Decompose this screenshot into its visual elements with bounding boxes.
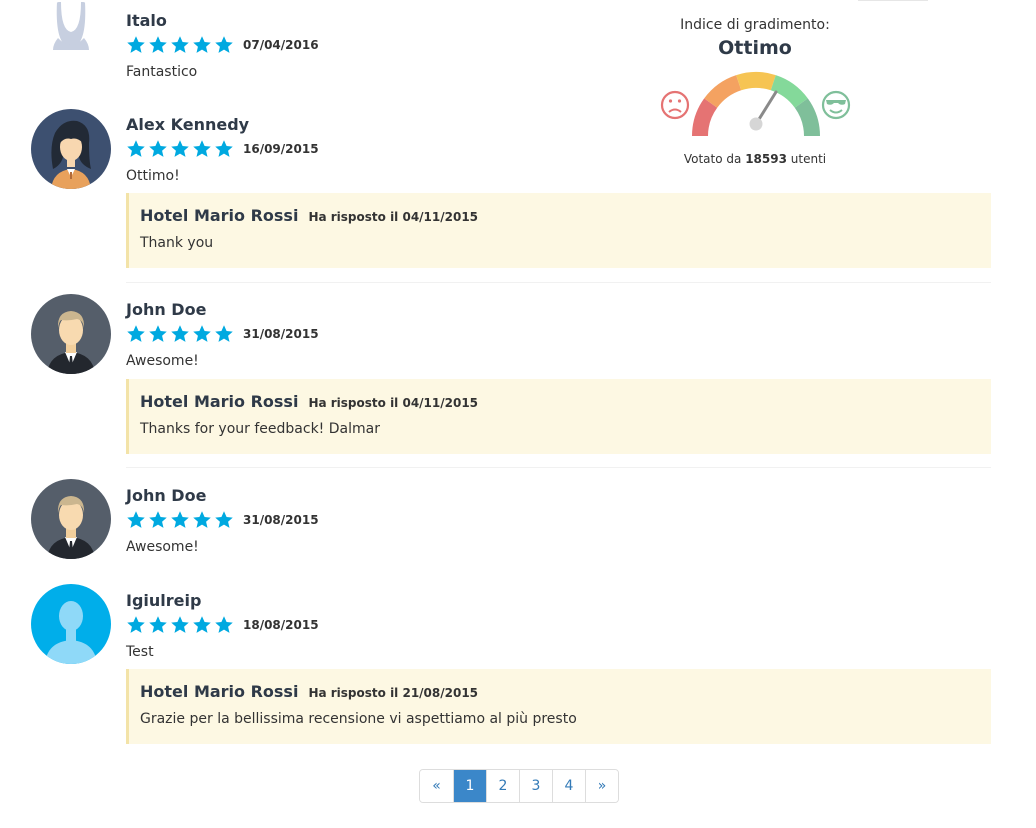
hotel-reply: Hotel Mario Rossi Ha risposto il 21/08/2… — [126, 669, 991, 744]
star-icon — [171, 325, 189, 342]
star-icon — [149, 511, 167, 528]
star-icon — [127, 616, 145, 633]
reply-author: Hotel Mario Rossi — [140, 392, 299, 411]
reply-author: Hotel Mario Rossi — [140, 206, 299, 225]
star-icon — [215, 325, 233, 342]
star-icon — [193, 36, 211, 53]
top-divider — [858, 0, 928, 1]
page-4-button[interactable]: 4 — [552, 770, 585, 802]
reply-date: Ha risposto il 21/08/2015 — [308, 686, 479, 700]
hotel-reply: Hotel Mario Rossi Ha risposto il 04/11/2… — [126, 379, 991, 454]
star-icon — [127, 36, 145, 53]
star-icon — [215, 511, 233, 528]
man-avatar-icon — [31, 294, 111, 374]
star-icon — [149, 36, 167, 53]
page-1-button[interactable]: 1 — [453, 770, 486, 802]
woman-avatar-icon — [31, 109, 111, 189]
reviews-page: Italo 07/04/2016 Fantastico Indice di gr… — [0, 0, 1036, 828]
star-icon — [149, 140, 167, 157]
review-divider — [126, 282, 991, 283]
default-avatar-icon — [31, 0, 111, 80]
reply-date: Ha risposto il 04/11/2015 — [308, 396, 479, 410]
review-text: Fantastico — [126, 64, 198, 80]
review-author: John Doe — [126, 300, 207, 319]
page-2-button[interactable]: 2 — [486, 770, 519, 802]
star-icon — [193, 140, 211, 157]
hotel-reply: Hotel Mario Rossi Ha risposto il 04/11/2… — [126, 193, 991, 268]
star-icon — [171, 616, 189, 633]
star-icon — [149, 616, 167, 633]
pagination: « 1 2 3 4 » — [419, 769, 619, 803]
man-avatar-icon — [31, 479, 111, 559]
star-icon — [193, 511, 211, 528]
reply-author: Hotel Mario Rossi — [140, 682, 299, 701]
review-text: Test — [126, 644, 154, 660]
reply-text: Thank you — [140, 235, 214, 251]
star-icon — [171, 511, 189, 528]
review-author: Alex Kennedy — [126, 115, 250, 134]
review-author: John Doe — [126, 486, 207, 505]
star-icon — [171, 36, 189, 53]
rating-label: Indice di gradimento: — [680, 17, 830, 33]
reply-text: Grazie per la bellissima recensione vi a… — [140, 711, 577, 727]
review-author: Igiulreip — [126, 591, 202, 610]
next-page-button[interactable]: » — [585, 770, 618, 802]
review-date: 07/04/2016 — [243, 38, 319, 52]
prev-page-button[interactable]: « — [420, 770, 453, 802]
star-icon — [127, 140, 145, 157]
star-icon — [127, 511, 145, 528]
star-rating — [126, 324, 234, 344]
review-date: 16/09/2015 — [243, 142, 319, 156]
review-date: 31/08/2015 — [243, 327, 319, 341]
review-text: Awesome! — [126, 539, 199, 555]
review-divider — [126, 467, 991, 468]
review-author: Italo — [126, 11, 167, 30]
review-date: 31/08/2015 — [243, 513, 319, 527]
star-rating — [126, 35, 234, 55]
star-rating — [126, 615, 234, 635]
review-text: Awesome! — [126, 353, 199, 369]
star-icon — [215, 36, 233, 53]
star-icon — [127, 325, 145, 342]
review-text: Ottimo! — [126, 168, 180, 184]
silhouette-avatar-icon — [31, 584, 111, 664]
star-icon — [193, 616, 211, 633]
star-rating — [126, 139, 234, 159]
star-icon — [215, 616, 233, 633]
star-icon — [171, 140, 189, 157]
rating-value: Ottimo — [718, 37, 792, 59]
star-icon — [193, 325, 211, 342]
page-3-button[interactable]: 3 — [519, 770, 552, 802]
reply-date: Ha risposto il 04/11/2015 — [308, 210, 479, 224]
star-icon — [215, 140, 233, 157]
star-icon — [149, 325, 167, 342]
star-rating — [126, 510, 234, 530]
review-date: 18/08/2015 — [243, 618, 319, 632]
reply-text: Thanks for your feedback! Dalmar — [140, 421, 380, 437]
